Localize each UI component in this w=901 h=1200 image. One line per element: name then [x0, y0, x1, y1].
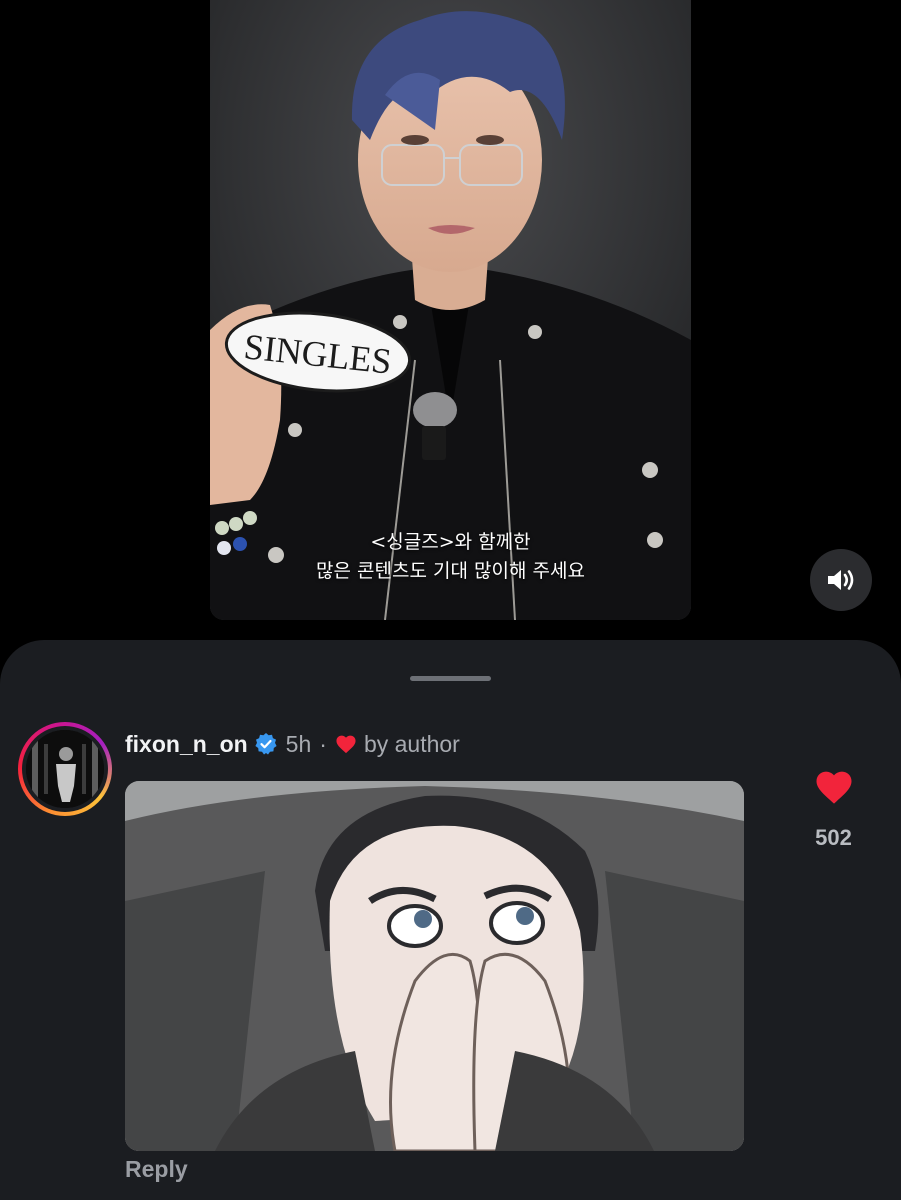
avatar — [26, 730, 104, 808]
heart-filled-icon — [816, 771, 852, 804]
caption-line-2: 많은 콘텐츠도 기대 많이해 주세요 — [316, 560, 585, 582]
comment-time: 5h — [285, 730, 312, 757]
video-player[interactable]: SINGLES <싱글즈>와 함께한 많은 콘텐츠도 기대 많이해 주세요 — [210, 0, 691, 620]
liked-by-author-label: by author — [363, 730, 460, 757]
sound-toggle-button[interactable] — [810, 549, 872, 611]
comments-sheet: fixon_n_on 5h · by author Reply 502 — [0, 640, 901, 1200]
video-caption: <싱글즈>와 함께한 많은 콘텐츠도 기대 많이해 주세요 — [210, 528, 691, 586]
author-liked-heart-icon — [335, 734, 357, 754]
verified-badge-icon — [254, 732, 278, 756]
reply-button[interactable]: Reply — [125, 1156, 188, 1183]
sheet-drag-handle[interactable] — [410, 676, 491, 681]
comment-meta: fixon_n_on 5h · by author — [125, 728, 460, 760]
avatar-story-ring[interactable] — [18, 722, 112, 816]
caption-line-1: <싱글즈>와 함께한 — [370, 531, 531, 553]
video-frame: SINGLES — [210, 0, 691, 620]
comment-username[interactable]: fixon_n_on — [125, 731, 248, 758]
screen: SINGLES <싱글즈>와 함께한 많은 콘텐츠도 기대 많이해 주세요 fi… — [0, 0, 901, 1200]
like-count: 502 — [815, 825, 852, 850]
like-button[interactable] — [814, 768, 854, 806]
comment-gif[interactable] — [125, 781, 744, 1151]
gif-image — [125, 781, 744, 1151]
speaker-icon — [828, 570, 854, 590]
meta-separator: · — [319, 730, 327, 757]
